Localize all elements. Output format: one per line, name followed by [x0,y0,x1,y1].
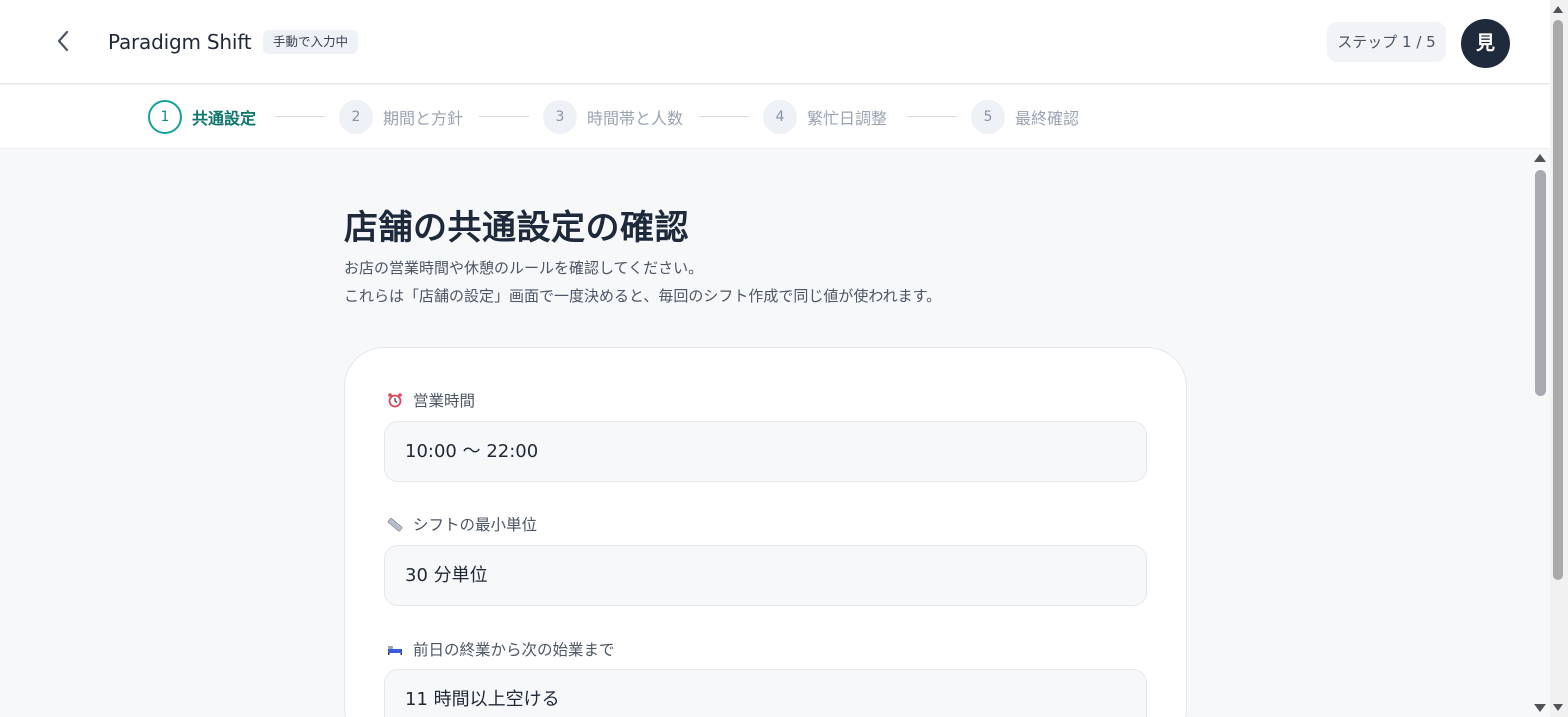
step-number: 3 [543,100,577,134]
step-final-review[interactable]: 5 最終確認 [971,100,1079,134]
bed-icon [388,646,402,655]
stepper: 1 共通設定 2 期間と方針 3 時間帯と人数 4 繁忙日調整 5 最終確認 [0,85,1550,149]
step-connector [907,116,957,117]
scroll-up-arrow-icon[interactable] [1534,154,1546,162]
field-label-text: 営業時間 [413,392,476,410]
step-timeslots-headcount[interactable]: 3 時間帯と人数 [543,100,683,134]
chevron-left-icon [57,30,69,52]
window-scrollbar-thumb[interactable] [1553,20,1563,580]
step-label: 共通設定 [192,109,257,128]
step-label: 期間と方針 [383,109,464,128]
step-connector [699,116,749,117]
alarm-clock-icon [388,393,402,408]
back-button[interactable] [46,24,80,58]
scroll-down-arrow-icon[interactable] [1534,704,1546,712]
step-label: 時間帯と人数 [587,109,684,128]
app-title: Paradigm Shift [108,30,252,54]
business-hours-label: 営業時間 [387,389,475,411]
step-busy-day-adjust[interactable]: 4 繁忙日調整 [763,100,887,134]
page-title: 店舗の共通設定の確認 [344,208,689,248]
step-number: 2 [339,100,373,134]
business-hours-field[interactable]: 10:00 〜 22:00 [384,421,1147,482]
ruler-icon [387,517,403,532]
step-connector [275,116,325,117]
step-indicator: ステップ 1 / 5 [1327,22,1446,62]
step-label: 最終確認 [1015,109,1080,128]
rest-interval-field[interactable]: 11 時間以上空ける [384,669,1147,717]
step-common-settings[interactable]: 1 共通設定 [148,100,256,134]
field-label-text: シフトの最小単位 [413,516,538,534]
step-number: 1 [148,100,182,134]
field-label-text: 前日の終業から次の始業まで [413,641,615,659]
min-shift-unit-label: シフトの最小単位 [387,513,537,535]
mode-badge: 手動で入力中 [263,30,359,54]
step-period-policy[interactable]: 2 期間と方針 [339,100,463,134]
step-number: 4 [763,100,797,134]
min-shift-unit-field[interactable]: 30 分単位 [384,545,1147,606]
page-description: お店の営業時間や休憩のルールを確認してください。 [344,259,704,277]
step-number: 5 [971,100,1005,134]
rest-interval-label: 前日の終業から次の始業まで [387,638,615,660]
avatar[interactable]: 見 [1461,19,1510,68]
step-label: 繁忙日調整 [807,109,888,128]
window-scroll-down-icon[interactable] [1553,704,1563,711]
content-scrollbar-thumb[interactable] [1535,170,1546,396]
step-connector [479,116,529,117]
top-header: Paradigm Shift 手動で入力中 ステップ 1 / 5 見 [0,0,1550,84]
window-scroll-up-icon[interactable] [1553,6,1563,13]
page-description-note: これらは「店舗の設定」画面で一度決めると、毎回のシフト作成で同じ値が使われます。 [344,287,942,305]
